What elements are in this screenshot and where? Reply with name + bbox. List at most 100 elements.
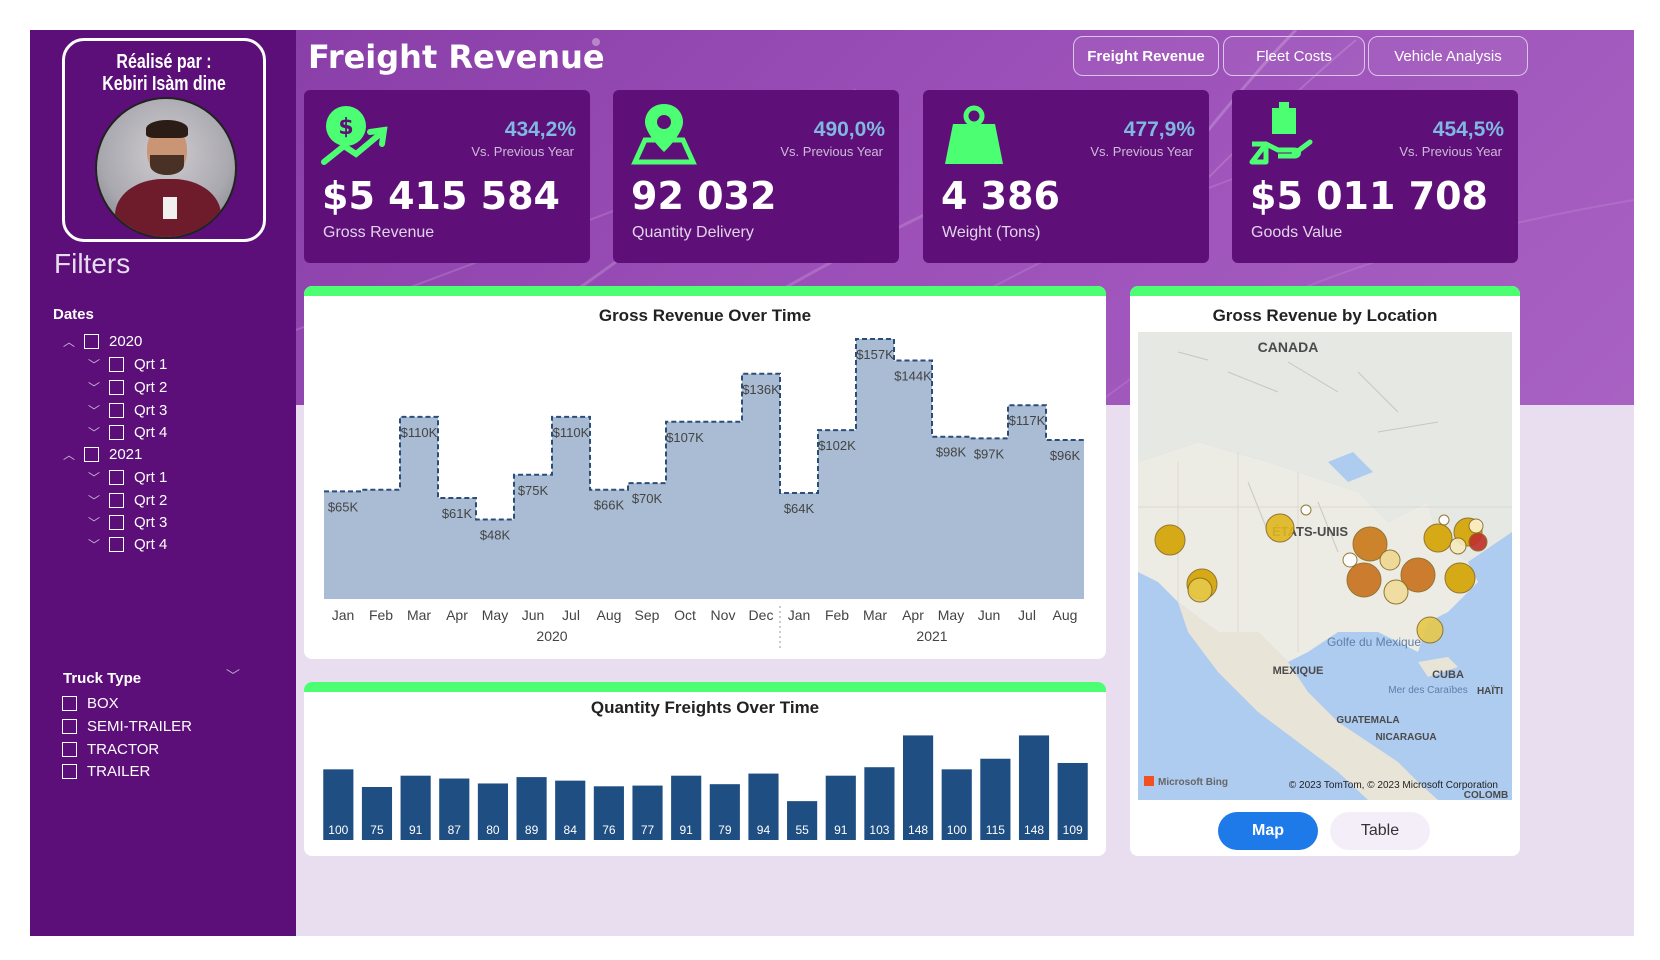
checkbox[interactable]: [109, 356, 124, 372]
checkbox[interactable]: [109, 514, 124, 530]
revenue-bubble[interactable]: [1342, 552, 1358, 568]
x-tick-label: Dec: [749, 607, 774, 623]
truck-type-option[interactable]: TRACTOR: [62, 739, 159, 759]
x-tick-label: Oct: [674, 607, 696, 623]
bar-value-label: 109: [1063, 823, 1083, 837]
quarter-label: Qrt 1: [134, 355, 168, 373]
x-tick-label: May: [938, 607, 964, 623]
tree-quarter[interactable]: ﹀ Qrt 4: [87, 422, 167, 442]
x-tick-label: May: [482, 607, 508, 623]
checkbox[interactable]: [84, 446, 99, 462]
truck-type-option[interactable]: TRAILER: [62, 761, 150, 781]
chevron-down-icon[interactable]: ﹀: [87, 492, 101, 509]
revenue-bubble[interactable]: [1265, 513, 1295, 543]
checkbox[interactable]: [62, 763, 77, 779]
dates-filter-label: Dates: [53, 306, 94, 323]
revenue-bubble[interactable]: [1300, 504, 1312, 516]
chevron-down-icon[interactable]: ﹀: [87, 356, 101, 373]
tree-quarter[interactable]: ﹀ Qrt 3: [87, 400, 167, 420]
kpi-weight: 477,9% Vs. Previous Year 4 386 Weight (T…: [923, 90, 1209, 263]
author-credit: Réalisé par : Kebiri Isàm dine: [85, 51, 243, 95]
checkbox[interactable]: [109, 469, 124, 485]
tree-quarter[interactable]: ﹀ Qrt 4: [87, 534, 167, 554]
revenue-bubble[interactable]: [1383, 579, 1409, 605]
revenue-bubble[interactable]: [1187, 577, 1213, 603]
bar-value-label: 100: [947, 823, 967, 837]
data-label: $75K: [518, 483, 549, 498]
revenue-bubble[interactable]: [1449, 537, 1467, 555]
truck-type-option[interactable]: SEMI-TRAILER: [62, 716, 192, 736]
revenue-bubble[interactable]: [1423, 523, 1453, 553]
bar-value-label: 55: [795, 823, 809, 837]
kpi-percent: 477,9%: [1123, 118, 1195, 141]
map-label-caribbean: Mer des Caraïbes: [1388, 685, 1467, 696]
x-tick-label: Jul: [562, 607, 580, 623]
map-label-gulf: Golfe du Mexique: [1327, 635, 1421, 649]
map-view-button[interactable]: Map: [1218, 812, 1318, 850]
revenue-bubble[interactable]: [1379, 549, 1401, 571]
map-card: Gross Revenue by Location CANADA ÉTATS-U…: [1130, 286, 1520, 856]
tree-quarter[interactable]: ﹀ Qrt 1: [87, 467, 167, 487]
chevron-down-icon[interactable]: ﹀: [87, 379, 101, 396]
checkbox[interactable]: [62, 718, 77, 734]
table-view-button[interactable]: Table: [1330, 812, 1430, 850]
revenue-bubble[interactable]: [1154, 524, 1186, 556]
gross-revenue-area-chart[interactable]: $65K Jan Feb $110K Mar $61K Apr $48K May $75K Jun $…: [304, 286, 1106, 659]
revenue-bubble[interactable]: [1468, 518, 1484, 534]
chevron-up-icon[interactable]: ︿: [62, 333, 76, 350]
chevron-down-icon[interactable]: ﹀: [226, 666, 240, 686]
x-tick-label: Feb: [825, 607, 849, 623]
tree-quarter[interactable]: ﹀ Qrt 1: [87, 354, 167, 374]
quarter-label: Qrt 3: [134, 401, 168, 419]
checkbox[interactable]: [109, 536, 124, 552]
tree-quarter[interactable]: ﹀ Qrt 2: [87, 490, 167, 510]
x-tick-label: Feb: [369, 607, 393, 623]
map-view[interactable]: CANADA ÉTATS-UNIS MEXIQUE Golfe du Mexiq…: [1138, 332, 1512, 800]
kpi-label: Weight (Tons): [942, 224, 1041, 241]
tab-fleet-costs[interactable]: Fleet Costs: [1223, 36, 1365, 76]
tree-quarter[interactable]: ﹀ Qrt 3: [87, 512, 167, 532]
checkbox[interactable]: [109, 492, 124, 508]
data-label: $65K: [328, 499, 359, 514]
checkbox[interactable]: [109, 424, 124, 440]
checkbox[interactable]: [109, 402, 124, 418]
quantity-freights-bar-chart[interactable]: 100 75 91 87 80 89 84 76 77 91 79 94 55 91 103 148 100 11…: [304, 682, 1106, 856]
checkbox[interactable]: [62, 741, 77, 757]
chevron-down-icon[interactable]: ﹀: [87, 424, 101, 441]
checkbox[interactable]: [84, 333, 99, 349]
bar-value-label: 77: [641, 823, 655, 837]
revenue-bubble[interactable]: [1438, 514, 1450, 526]
chevron-down-icon[interactable]: ﹀: [87, 469, 101, 486]
svg-text:$: $: [338, 115, 353, 140]
tree-year-2020[interactable]: ︿ 2020: [62, 331, 142, 351]
bar-value-label: 87: [448, 823, 462, 837]
truck-type-label: TRAILER: [87, 762, 151, 780]
tab-freight-revenue[interactable]: Freight Revenue: [1073, 36, 1219, 76]
revenue-bubble[interactable]: [1346, 562, 1382, 598]
tree-quarter[interactable]: ﹀ Qrt 2: [87, 377, 167, 397]
revenue-bubble[interactable]: [1444, 562, 1476, 594]
truck-type-label: TRACTOR: [87, 740, 160, 758]
map-title: Gross Revenue by Location: [1212, 306, 1438, 325]
dollar-growth-icon: $: [321, 106, 388, 165]
data-label: $70K: [632, 491, 663, 506]
data-label: $97K: [974, 446, 1005, 461]
dashboard: Réalisé par : Kebiri Isàm dine Filters D…: [30, 30, 1634, 936]
tree-year-2021[interactable]: ︿ 2021: [62, 444, 142, 464]
chevron-down-icon[interactable]: ﹀: [87, 514, 101, 531]
bar-value-label: 94: [757, 823, 771, 837]
checkbox[interactable]: [109, 379, 124, 395]
revenue-bubble[interactable]: [1416, 616, 1444, 644]
north-america-map[interactable]: CANADA ÉTATS-UNIS MEXIQUE Golfe du Mexiq…: [1138, 332, 1512, 800]
tab-vehicle-analysis[interactable]: Vehicle Analysis: [1368, 36, 1528, 76]
checkbox[interactable]: [62, 695, 77, 711]
kpi-percent: 454,5%: [1432, 118, 1504, 141]
bar-value-label: 148: [1024, 823, 1044, 837]
chevron-up-icon[interactable]: ︿: [62, 446, 76, 463]
truck-type-label: BOX: [87, 694, 119, 712]
chevron-down-icon[interactable]: ﹀: [87, 402, 101, 419]
revenue-bubble[interactable]: [1468, 532, 1488, 552]
truck-type-option[interactable]: BOX: [62, 693, 119, 713]
chevron-down-icon[interactable]: ﹀: [87, 536, 101, 553]
credit-line-1: Réalisé par :: [116, 51, 212, 73]
